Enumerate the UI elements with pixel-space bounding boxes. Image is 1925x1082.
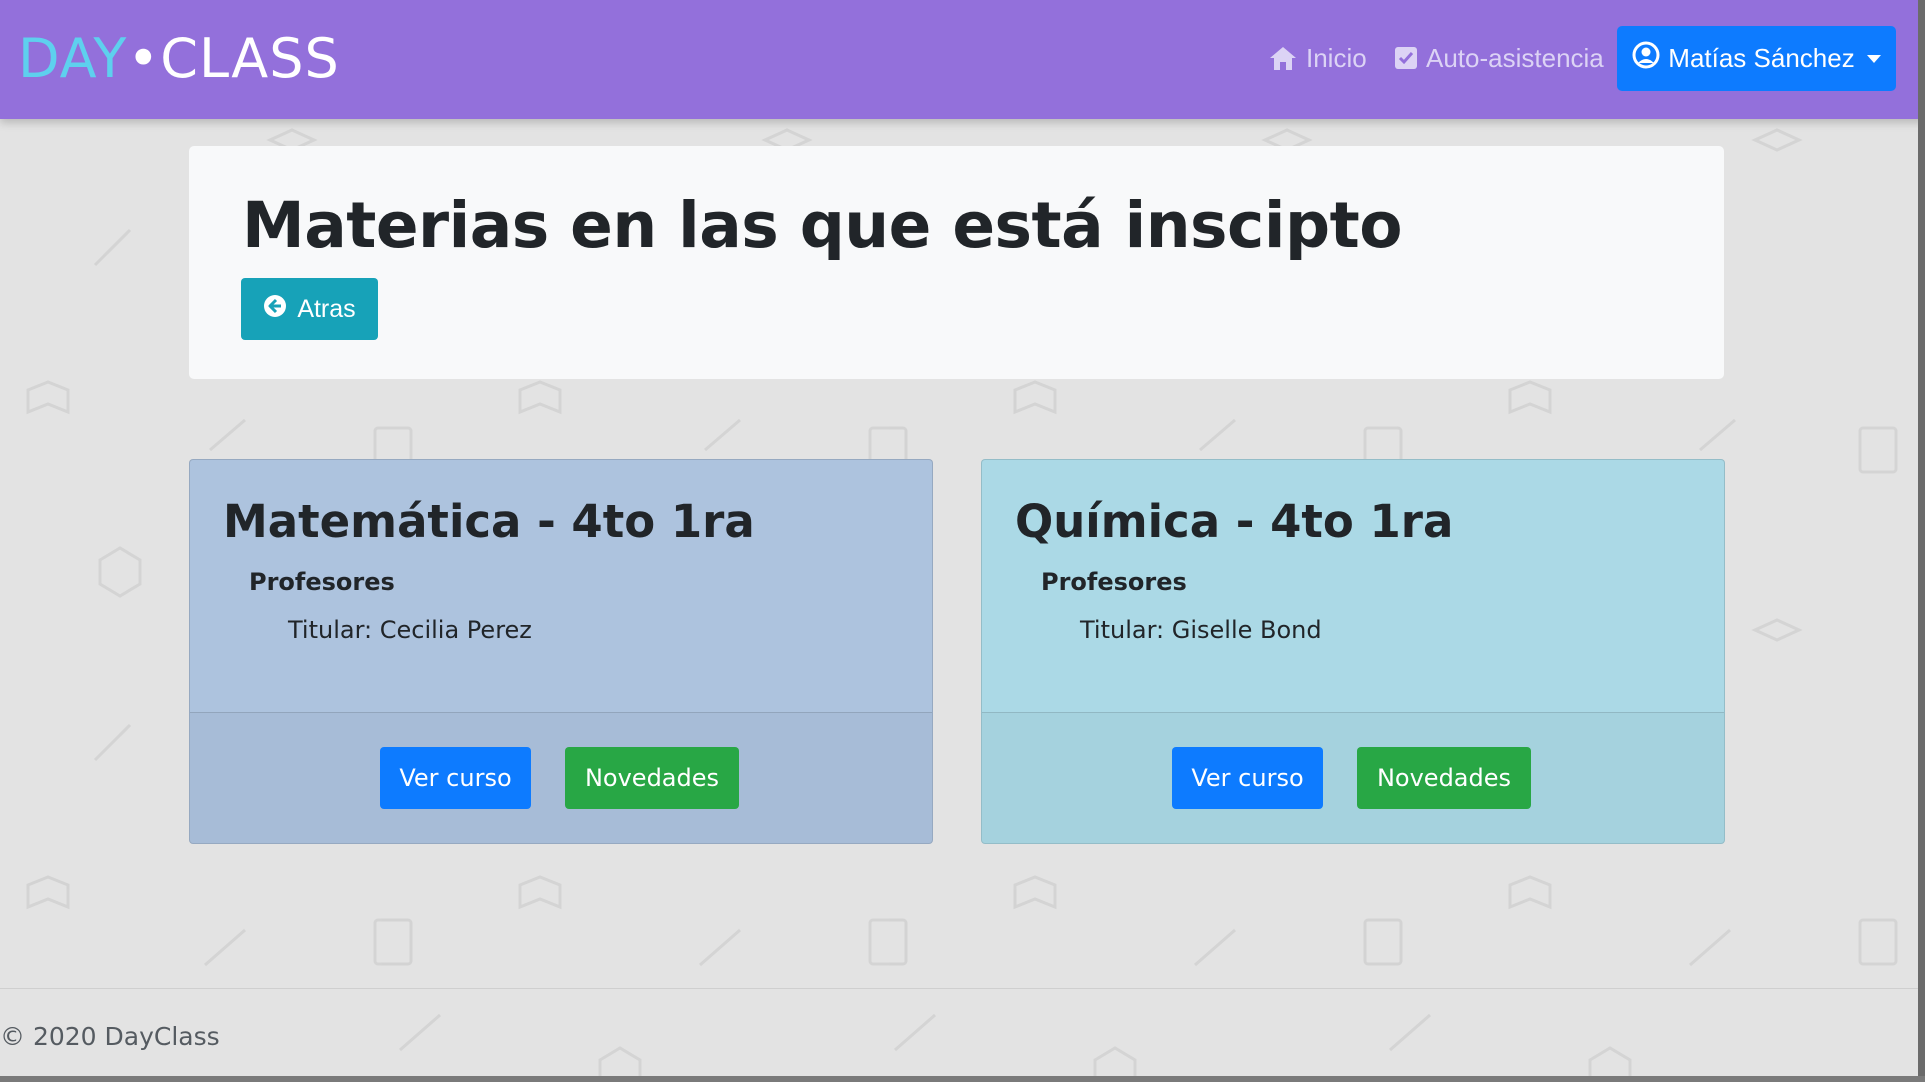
- page-header: Materias en las que está inscipto Atras: [189, 146, 1724, 379]
- home-icon: [1268, 45, 1298, 71]
- nav-home-link[interactable]: Inicio: [1268, 40, 1367, 76]
- user-name-label: Matías Sánchez: [1668, 43, 1855, 73]
- course-card-matematica: Matemática - 4to 1ra Profesores Titular:…: [189, 459, 933, 844]
- back-button[interactable]: Atras: [241, 278, 378, 340]
- nav-home-label: Inicio: [1306, 43, 1367, 73]
- course-card-quimica: Química - 4to 1ra Profesores Titular: Gi…: [981, 459, 1725, 844]
- arrow-circle-left-icon: [263, 294, 287, 325]
- check-square-icon: [1394, 46, 1418, 70]
- nav-auto-attendance-label: Auto-asistencia: [1426, 43, 1604, 73]
- page-title: Materias en las que está inscipto: [242, 189, 1402, 262]
- professor-name: Titular: Giselle Bond: [1080, 616, 1322, 644]
- news-button[interactable]: Novedades: [565, 747, 739, 809]
- course-card-footer: Ver curso Novedades: [982, 712, 1724, 843]
- course-title: Matemática - 4to 1ra: [223, 495, 755, 548]
- brand-logo[interactable]: DAY•CLASS: [18, 28, 340, 90]
- course-title: Química - 4to 1ra: [1015, 495, 1454, 548]
- view-course-button[interactable]: Ver curso: [1172, 747, 1323, 809]
- top-navbar: DAY•CLASS Inicio Auto-asistencia Matías …: [0, 0, 1925, 119]
- chevron-down-icon: [1866, 54, 1881, 63]
- view-course-button[interactable]: Ver curso: [380, 747, 531, 809]
- window-right-border: [1918, 0, 1925, 1082]
- course-card-footer: Ver curso Novedades: [190, 712, 932, 843]
- footer-divider: [0, 988, 1925, 989]
- course-card-body: Química - 4to 1ra Profesores Titular: Gi…: [982, 460, 1724, 712]
- course-card-body: Matemática - 4to 1ra Profesores Titular:…: [190, 460, 932, 712]
- user-menu-button[interactable]: Matías Sánchez: [1617, 26, 1896, 91]
- window-bottom-border: [0, 1076, 1925, 1082]
- footer-copyright: © 2020 DayClass: [0, 1022, 220, 1051]
- back-button-label: Atras: [297, 294, 356, 323]
- brand-day: DAY: [18, 27, 128, 90]
- professors-heading: Profesores: [249, 568, 395, 596]
- brand-dot: •: [127, 27, 161, 90]
- professors-heading: Profesores: [1041, 568, 1187, 596]
- brand-class: CLASS: [160, 27, 340, 90]
- professor-name: Titular: Cecilia Perez: [288, 616, 532, 644]
- news-button[interactable]: Novedades: [1357, 747, 1531, 809]
- user-circle-icon: [1632, 41, 1660, 76]
- nav-auto-attendance-link[interactable]: Auto-asistencia: [1394, 40, 1604, 76]
